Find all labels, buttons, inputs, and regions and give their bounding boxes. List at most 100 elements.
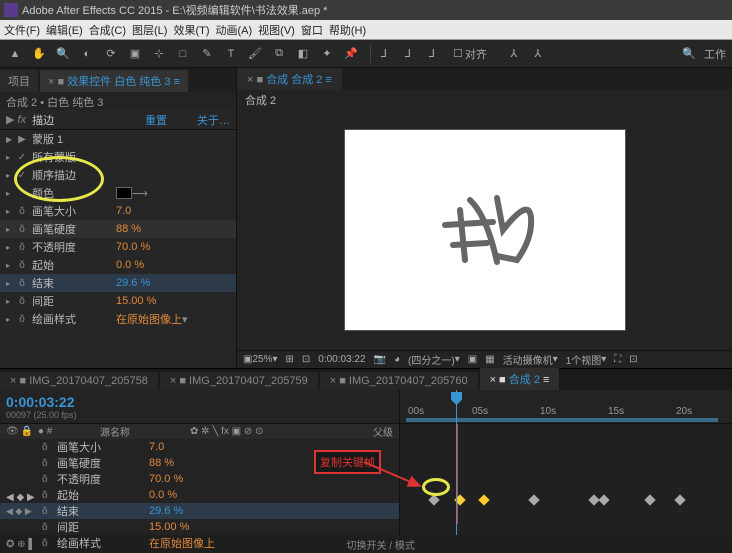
lock-col-icon[interactable]: 🔒 [21, 426, 33, 437]
camera-tool-icon[interactable]: ▣ [126, 45, 144, 63]
keyframe[interactable] [478, 494, 489, 505]
fx-prop-row[interactable]: ▶▶蒙版 1 [0, 130, 236, 148]
stopwatch-icon[interactable]: ŏ [42, 522, 54, 533]
tl-prop-value[interactable]: 在原始图像上 [149, 535, 215, 551]
timeline-tab-active[interactable]: × ■ 合成 2 ≡ [480, 368, 560, 390]
clone-tool-icon[interactable]: ⧉ [270, 45, 288, 63]
fx-prop-row[interactable]: ▸✓顺序描边 [0, 166, 236, 184]
stopwatch-icon[interactable]: ▶ [16, 133, 28, 145]
grid-icon[interactable]: ⊡ [302, 354, 310, 365]
effect-name[interactable]: 描边 [32, 112, 145, 128]
anchor-tool-icon[interactable]: ⊹ [150, 45, 168, 63]
rotate-tool-icon[interactable]: ⟳ [102, 45, 120, 63]
timeline-tab-0[interactable]: × ■ IMG_20170407_205758 [0, 372, 158, 390]
keyframe[interactable] [644, 494, 655, 505]
fx-prop-value[interactable]: 7.0 [116, 205, 131, 217]
keyframe-nav[interactable]: ◀ ◆ ▶ [6, 492, 35, 503]
canvas-area[interactable] [237, 110, 732, 350]
canvas[interactable] [345, 130, 625, 330]
menu-help[interactable]: 帮助(H) [329, 22, 366, 38]
timeline-prop-row[interactable]: ŏ绘画样式在原始图像上 [0, 535, 399, 551]
menu-comp[interactable]: 合成(C) [89, 22, 126, 38]
tab-project[interactable]: 项目 [0, 70, 38, 92]
tracks[interactable] [400, 424, 732, 524]
workspace-label[interactable]: 工作 [704, 46, 726, 62]
zoom-dropdown[interactable]: ▣ 25% ▾ [243, 354, 278, 365]
stopwatch-icon[interactable]: ✓ [16, 169, 28, 181]
stopwatch-icon[interactable]: ŏ [42, 474, 54, 485]
fx-prop-value[interactable]: 在原始图像上 [116, 311, 182, 327]
axis-view-icon[interactable]: ⅃ [423, 45, 441, 63]
snapshot-icon[interactable]: 📷 [374, 354, 386, 365]
kf-nav[interactable]: ◀ ◆ ▶ [6, 506, 42, 517]
stopwatch-icon[interactable]: ŏ [16, 277, 28, 289]
stopwatch-icon[interactable]: ŏ [16, 223, 28, 235]
views-dropdown[interactable]: 1个视图 ▾ [566, 352, 607, 367]
toggle-shy-icon[interactable]: ✪ ⊕ ▌ [6, 539, 35, 550]
roto-tool-icon[interactable]: ✦ [318, 45, 336, 63]
stopwatch-icon[interactable]: ŏ [42, 506, 54, 517]
fx-prop-row[interactable]: ▸ŏ起始0.0 % [0, 256, 236, 274]
trans-grid-icon[interactable]: ▦ [485, 354, 494, 365]
type-tool-icon[interactable]: T [222, 45, 240, 63]
menu-effect[interactable]: 效果(T) [173, 22, 209, 38]
eraser-tool-icon[interactable]: ◧ [294, 45, 312, 63]
menu-view[interactable]: 视图(V) [258, 22, 295, 38]
roi-icon[interactable]: ▣ [468, 354, 477, 365]
hand-tool-icon[interactable]: ✋ [30, 45, 48, 63]
res-dropdown[interactable]: (四分之一) ▾ [408, 352, 460, 367]
fx-prop-value[interactable]: 70.0 % [116, 241, 150, 253]
stopwatch-icon[interactable]: ŏ [42, 490, 54, 501]
tl-prop-value[interactable]: 88 % [149, 457, 174, 469]
fx-prop-row[interactable]: ▸ŏ画笔大小7.0 [0, 202, 236, 220]
timeline-prop-row[interactable]: ◀ ◆ ▶ŏ结束29.6 % [0, 503, 399, 519]
axis-local-icon[interactable]: ⅃ [375, 45, 393, 63]
puppet-tool-icon[interactable]: 📌 [342, 45, 360, 63]
current-time[interactable]: 0:00:03:22 [6, 394, 393, 410]
stopwatch-icon[interactable]: ŏ [16, 205, 28, 217]
stopwatch-icon[interactable]: ✓ [16, 151, 28, 163]
stopwatch-icon[interactable]: ŏ [42, 458, 54, 469]
playhead[interactable] [456, 390, 457, 535]
stopwatch-icon[interactable]: ŏ [42, 442, 54, 453]
fx-prop-row[interactable]: ▸✓所有蒙版 [0, 148, 236, 166]
stopwatch-icon[interactable]: ŏ [16, 295, 28, 307]
timeline-prop-row[interactable]: ŏ间距15.00 % [0, 519, 399, 535]
stopwatch-icon[interactable]: ŏ [16, 259, 28, 271]
tl-prop-value[interactable]: 15.00 % [149, 521, 189, 533]
viewer-tab-comp[interactable]: × ■ 合成 合成 2 ≡ [237, 68, 342, 90]
fx-prop-value[interactable]: 88 % [116, 223, 141, 235]
fx-prop-row[interactable]: ▸ŏ画笔硬度88 % [0, 220, 236, 238]
snap-options2-icon[interactable]: ⅄ [529, 45, 547, 63]
tab-effect-controls[interactable]: × ■ 效果控件 白色 纯色 3 ≡ [40, 70, 188, 92]
pen-tool-icon[interactable]: ✎ [198, 45, 216, 63]
fx-prop-value[interactable]: 29.6 % [116, 277, 150, 289]
timecode[interactable]: 0:00:03:22 [318, 354, 365, 365]
stopwatch-icon[interactable]: ŏ [16, 241, 28, 253]
fx-prop-row[interactable]: ▸ŏ不透明度70.0 % [0, 238, 236, 256]
keyframe[interactable] [528, 494, 539, 505]
fx-prop-row[interactable]: ▸ŏ结束29.6 % [0, 274, 236, 292]
brush-tool-icon[interactable]: 🖌 [246, 45, 264, 63]
fx-prop-value[interactable]: 0.0 % [116, 259, 144, 271]
color-swatch[interactable] [116, 187, 132, 199]
timeline-tab-2[interactable]: × ■ IMG_20170407_205760 [320, 372, 478, 390]
shape-tool-icon[interactable]: □ [174, 45, 192, 63]
camera-dropdown[interactable]: 活动摄像机 ▾ [503, 352, 558, 367]
timeline-tab-1[interactable]: × ■ IMG_20170407_205759 [160, 372, 318, 390]
time-ruler[interactable]: 00s 05s 10s 15s 20s [400, 390, 732, 424]
res-full-icon[interactable]: ⊞ [286, 354, 294, 365]
menu-anim[interactable]: 动画(A) [216, 22, 253, 38]
fx-prop-row[interactable]: ▸ŏ绘画样式在原始图像上 ▾ [0, 310, 236, 328]
tl-prop-value[interactable]: 0.0 % [149, 489, 177, 501]
timeline-prop-row[interactable]: ŏ起始0.0 % [0, 487, 399, 503]
exp-icon[interactable]: ⛶ [614, 354, 621, 365]
keyframe[interactable] [598, 494, 609, 505]
stopwatch-icon[interactable]: ŏ [42, 538, 54, 549]
snap-options-icon[interactable]: ⅄ [505, 45, 523, 63]
about-link[interactable]: 关于… [197, 112, 230, 128]
timeline-track-area[interactable]: 00s 05s 10s 15s 20s [400, 390, 732, 535]
keyframe[interactable] [674, 494, 685, 505]
selection-tool-icon[interactable]: ▲ [6, 45, 24, 63]
fx-prop-row[interactable]: ▸ŏ间距15.00 % [0, 292, 236, 310]
